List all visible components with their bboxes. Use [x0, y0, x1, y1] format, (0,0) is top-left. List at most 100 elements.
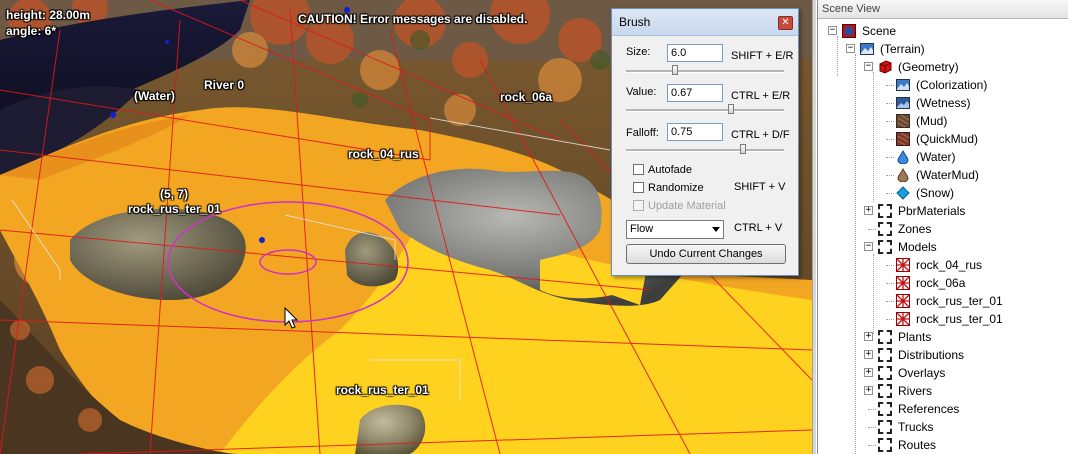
colorization-icon: [896, 78, 910, 92]
falloff-input[interactable]: [667, 123, 723, 141]
rock-06a-label: rock_06a: [500, 90, 553, 104]
model-icon: [896, 258, 910, 272]
water-drop-icon: [896, 149, 910, 165]
tree-item-scene[interactable]: − Scene: [818, 22, 1068, 40]
terrain-viewport[interactable]: height: 28.00m angle: 6* CAUTION! Error …: [0, 0, 812, 454]
tree-item-label: References: [898, 402, 960, 416]
expand-icon[interactable]: +: [864, 350, 873, 359]
brush-mode-select[interactable]: Flow: [626, 220, 724, 239]
quickmud-icon: [896, 132, 910, 146]
tree-connector: [868, 229, 876, 230]
tree-item-label: (Terrain): [880, 42, 925, 56]
wetness-icon: [896, 96, 910, 110]
value-slider-thumb[interactable]: [727, 104, 734, 114]
water-label: (Water): [134, 89, 175, 103]
tree-item-label: (Water): [916, 150, 956, 164]
model-icon: [896, 312, 910, 326]
tree-connector: [868, 445, 876, 446]
value-slider-track[interactable]: [626, 109, 784, 112]
tree-connector: [868, 409, 876, 410]
falloff-label: Falloff:: [626, 127, 659, 139]
brush-mode-value: Flow: [630, 223, 654, 235]
tree-item-label: Plants: [898, 330, 932, 344]
tree-connector: [886, 283, 894, 284]
value-shortcut: CTRL + E/R: [731, 90, 791, 102]
folder-icon: [878, 330, 892, 344]
caution-message: CAUTION! Error messages are disabled.: [298, 12, 528, 26]
size-label: Size:: [626, 46, 651, 58]
rock-04-rus-label: rock_04_rus: [348, 147, 419, 161]
tree-item-label: rock_rus_ter_01: [916, 294, 1003, 308]
brush-title: Brush: [612, 9, 798, 36]
size-input[interactable]: [667, 44, 723, 62]
update-material-checkbox[interactable]: [633, 200, 644, 211]
expand-icon[interactable]: +: [864, 206, 873, 215]
tree-item-label: Zones: [898, 222, 932, 236]
expand-icon[interactable]: +: [864, 332, 873, 341]
falloff-slider-thumb[interactable]: [740, 144, 746, 154]
grid-coords-label: (5, 7): [160, 187, 189, 201]
tree-connector: [886, 103, 894, 104]
rock-rus-ter-01-label-top: rock_rus_ter_01: [128, 202, 221, 216]
folder-icon: [878, 348, 892, 362]
value-input[interactable]: [667, 84, 723, 102]
model-icon: [896, 276, 910, 290]
tree-connector: [868, 427, 876, 428]
folder-icon: [878, 222, 892, 236]
falloff-slider-track[interactable]: [626, 149, 784, 152]
tree-item-label: Rivers: [898, 384, 933, 398]
expand-icon[interactable]: +: [864, 368, 873, 377]
tree-item-label: (WaterMud): [916, 168, 979, 182]
tree-connector: [886, 193, 894, 194]
autofade-checkbox[interactable]: [633, 164, 644, 175]
autofade-label: Autofade: [648, 164, 693, 176]
tree-item-label: rock_rus_ter_01: [916, 312, 1003, 326]
tree-item-label: Distributions: [898, 348, 965, 362]
model-icon: [896, 294, 910, 308]
river-label: River 0: [204, 78, 245, 92]
tree-item-label: Overlays: [898, 366, 946, 380]
collapse-icon[interactable]: −: [828, 26, 837, 35]
brush-window[interactable]: Brush ✕ Size: SHIFT + E/R Value: CTRL + …: [611, 8, 799, 276]
collapse-icon[interactable]: −: [846, 44, 855, 53]
folder-icon: [878, 366, 892, 380]
tree-connector: [886, 85, 894, 86]
tree-item-label: (Snow): [916, 186, 955, 200]
tree-item-label: (Colorization): [916, 78, 988, 92]
rock-rus-ter-01-label-bottom: rock_rus_ter_01: [336, 383, 429, 397]
expand-icon[interactable]: +: [864, 386, 873, 395]
tree-item-label: (QuickMud): [916, 132, 979, 146]
tree-guide-line: [837, 36, 838, 76]
update-material-label: Update Material: [648, 200, 726, 212]
tree-connector: [886, 265, 894, 266]
collapse-icon[interactable]: −: [864, 62, 873, 71]
tree-item-label: PbrMaterials: [898, 204, 966, 218]
close-icon[interactable]: ✕: [778, 16, 793, 30]
chevron-down-icon: [712, 227, 720, 232]
tree-connector: [886, 121, 894, 122]
size-slider-thumb[interactable]: [671, 65, 678, 75]
size-slider-track[interactable]: [626, 70, 784, 73]
snow-icon: [896, 186, 910, 200]
randomize-checkbox[interactable]: [633, 182, 644, 193]
tree-connector: [886, 157, 894, 158]
folder-icon: [878, 402, 892, 416]
tree-item-label: Scene: [862, 24, 897, 38]
geometry-icon: [878, 60, 892, 74]
tree-connector: [886, 139, 894, 140]
folder-icon: [878, 438, 892, 452]
scene-view-panel: Scene View − Scene − (Terrain) − (Geometry) (C…: [817, 0, 1068, 454]
tree-guide-line: [873, 254, 874, 334]
falloff-shortcut: CTRL + D/F: [731, 129, 790, 141]
undo-changes-button[interactable]: Undo Current Changes: [626, 244, 786, 264]
tree-item-label: rock_06a: [916, 276, 966, 290]
mud-icon: [896, 114, 910, 128]
tree-item-label: rock_04_rus: [916, 258, 983, 272]
tree-item-label: (Geometry): [898, 60, 959, 74]
tree-connector: [886, 175, 894, 176]
tree-guide-line: [873, 72, 874, 202]
collapse-icon[interactable]: −: [864, 242, 873, 251]
angle-readout: angle: 6*: [6, 24, 57, 38]
tree-item-label: Trucks: [898, 420, 934, 434]
value-label: Value:: [626, 86, 657, 98]
